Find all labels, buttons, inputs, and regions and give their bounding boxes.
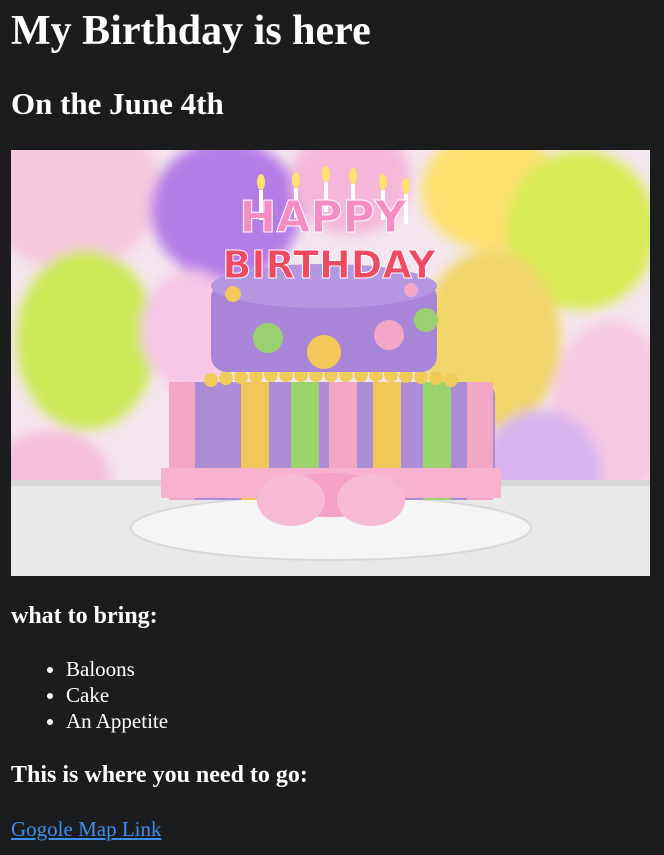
birthday-cake-image: HAPPY BIRTHDAY bbox=[11, 150, 650, 576]
bring-list: Baloons Cake An Appetite bbox=[26, 656, 168, 734]
list-item: An Appetite bbox=[66, 708, 168, 734]
page: My Birthday is here On the June 4th HAPP… bbox=[0, 0, 664, 855]
page-title: My Birthday is here bbox=[11, 8, 371, 54]
candle-text-happy: HAPPY bbox=[239, 192, 407, 243]
location-heading: This is where you need to go: bbox=[11, 762, 308, 788]
list-item: Cake bbox=[66, 682, 168, 708]
bring-heading: what to bring: bbox=[11, 603, 158, 629]
list-item: Baloons bbox=[66, 656, 168, 682]
candle-text-birthday: BIRTHDAY bbox=[222, 243, 436, 287]
page-subtitle: On the June 4th bbox=[11, 86, 224, 121]
google-map-link[interactable]: Gogole Map Link bbox=[11, 816, 161, 842]
